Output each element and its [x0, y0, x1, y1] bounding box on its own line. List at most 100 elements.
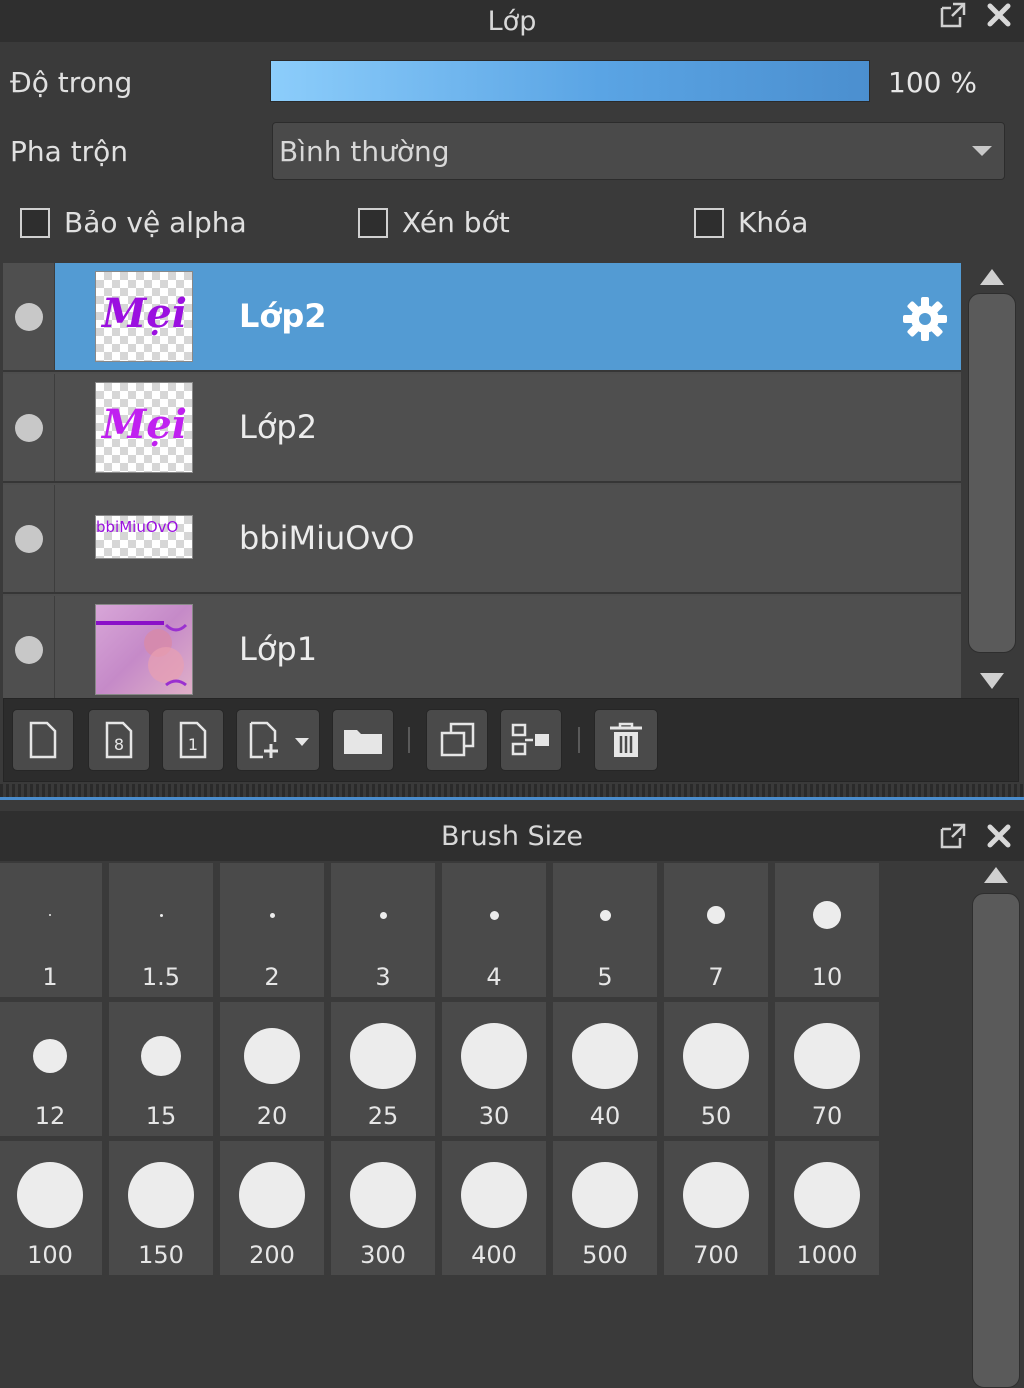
layer-thumbnail: Mẹi	[95, 382, 193, 473]
brush-size-cell[interactable]: 70	[775, 1002, 879, 1136]
blend-mode-value: Bình thường	[279, 134, 450, 168]
layer-name: bbiMiuOvO	[239, 519, 415, 557]
blend-mode-select[interactable]: Bình thường	[272, 122, 1005, 180]
scrollbar-thumb[interactable]	[972, 893, 1020, 1388]
brush-size-cell[interactable]: 20	[220, 1002, 324, 1136]
brush-size-label: 70	[811, 1102, 843, 1130]
visibility-toggle[interactable]	[3, 485, 55, 592]
duplicate-layer-button[interactable]	[426, 709, 488, 771]
clipping-checkbox[interactable]: Xén bớt	[358, 206, 510, 239]
scroll-up-icon[interactable]	[984, 867, 1008, 883]
visibility-toggle[interactable]	[3, 374, 55, 481]
layer-row-content[interactable]: Lớp1	[55, 596, 961, 698]
8bit-layer-icon: 8	[105, 721, 133, 759]
brush-size-cell[interactable]: 25	[331, 1002, 435, 1136]
brush-preview-dot	[128, 1162, 194, 1228]
new-8bit-layer-button[interactable]: 8	[88, 709, 150, 771]
add-layer-dropdown-button[interactable]	[236, 709, 320, 771]
visibility-icon[interactable]	[15, 525, 43, 553]
layer-row[interactable]: Lớp1	[3, 596, 961, 698]
layer-row[interactable]: bbiMiuOvO bbiMiuOvO	[3, 485, 961, 594]
brush-size-cell[interactable]: 7	[664, 863, 768, 997]
brush-size-cell[interactable]: 1000	[775, 1141, 879, 1275]
brush-size-cell[interactable]: 2	[220, 863, 324, 997]
brush-size-cell[interactable]: 12	[0, 1002, 102, 1136]
layer-thumbnail	[95, 604, 193, 695]
brush-size-cell[interactable]: 700	[664, 1141, 768, 1275]
toolbar-separator	[578, 727, 580, 753]
lock-checkbox[interactable]: Khóa	[694, 206, 808, 239]
panel-splitter[interactable]	[0, 784, 1024, 800]
brush-preview-dot	[813, 901, 841, 929]
brush-size-cell[interactable]: 4	[442, 863, 546, 997]
brush-size-cell[interactable]: 100	[0, 1141, 102, 1275]
new-1bit-layer-button[interactable]: 1	[162, 709, 224, 771]
delete-layer-button[interactable]	[594, 709, 658, 771]
undock-icon[interactable]	[938, 821, 968, 851]
brush-size-cell[interactable]: 1.5	[109, 863, 213, 997]
new-folder-button[interactable]	[332, 709, 394, 771]
scroll-up-icon[interactable]	[980, 269, 1004, 285]
brush-size-cell[interactable]: 10	[775, 863, 879, 997]
layer-row[interactable]: Mẹi Lớp2	[3, 263, 961, 372]
checkbox-box[interactable]	[358, 207, 388, 238]
trash-icon	[610, 722, 642, 757]
gear-icon[interactable]	[899, 293, 951, 349]
brush-size-cell[interactable]: 200	[220, 1141, 324, 1275]
visibility-toggle[interactable]	[3, 596, 55, 698]
brush-preview-dot	[49, 914, 51, 916]
brush-size-label: 200	[249, 1241, 295, 1269]
close-icon[interactable]	[984, 0, 1014, 30]
brush-size-label: 700	[693, 1241, 739, 1269]
visibility-toggle[interactable]	[3, 263, 55, 370]
layer-list-scrollbar[interactable]	[964, 263, 1020, 698]
scrollbar-thumb[interactable]	[968, 293, 1016, 653]
brush-size-label: 100	[27, 1241, 73, 1269]
checkbox-box[interactable]	[20, 207, 50, 238]
new-layer-button[interactable]	[12, 709, 74, 771]
brush-preview-dot	[489, 910, 499, 920]
brush-size-cell[interactable]: 40	[553, 1002, 657, 1136]
brush-size-cell[interactable]: 3	[331, 863, 435, 997]
brush-size-cell[interactable]: 50	[664, 1002, 768, 1136]
merge-layer-button[interactable]	[500, 709, 562, 771]
checkbox-label: Xén bớt	[402, 206, 510, 239]
layer-row[interactable]: Mẹi Lớp2	[3, 374, 961, 483]
visibility-icon[interactable]	[15, 414, 43, 442]
visibility-icon[interactable]	[15, 303, 43, 331]
brush-preview-dot	[239, 1162, 305, 1228]
chevron-down-icon	[972, 146, 992, 156]
brush-panel-title: Brush Size	[441, 820, 583, 852]
scroll-down-icon[interactable]	[980, 673, 1004, 689]
brush-size-label: 12	[34, 1102, 66, 1130]
brush-panel-scrollbar[interactable]	[968, 861, 1024, 1388]
brush-size-cell[interactable]: 400	[442, 1141, 546, 1275]
opacity-slider[interactable]	[270, 60, 870, 102]
close-icon[interactable]	[984, 821, 1014, 851]
brush-size-cell[interactable]: 300	[331, 1141, 435, 1275]
brush-size-label: 400	[471, 1241, 517, 1269]
brush-preview-dot	[794, 1162, 860, 1228]
duplicate-icon	[440, 722, 475, 757]
layer-row-content[interactable]: Mẹi Lớp2	[55, 263, 961, 370]
brush-size-cell[interactable]: 30	[442, 1002, 546, 1136]
brush-size-cell[interactable]: 150	[109, 1141, 213, 1275]
brush-size-cell[interactable]: 500	[553, 1141, 657, 1275]
brush-size-cell[interactable]: 15	[109, 1002, 213, 1136]
checkbox-box[interactable]	[694, 207, 724, 238]
brush-preview-dot	[683, 1023, 749, 1089]
visibility-icon[interactable]	[15, 636, 43, 664]
undock-icon[interactable]	[938, 0, 968, 30]
add-layer-icon	[249, 721, 309, 759]
protect-alpha-checkbox[interactable]: Bảo vệ alpha	[20, 206, 247, 239]
brush-size-label: 20	[256, 1102, 288, 1130]
brush-preview-dot	[461, 1162, 527, 1228]
brush-preview-dot	[17, 1162, 83, 1228]
layer-row-content[interactable]: Mẹi Lớp2	[55, 374, 961, 481]
brush-size-cell[interactable]: 5	[553, 863, 657, 997]
brush-size-cell[interactable]: 1	[0, 863, 102, 997]
brush-preview-dot	[572, 1023, 638, 1089]
brush-preview-dot	[379, 911, 387, 919]
brush-preview-dot	[141, 1036, 181, 1076]
layer-row-content[interactable]: bbiMiuOvO bbiMiuOvO	[55, 485, 961, 592]
